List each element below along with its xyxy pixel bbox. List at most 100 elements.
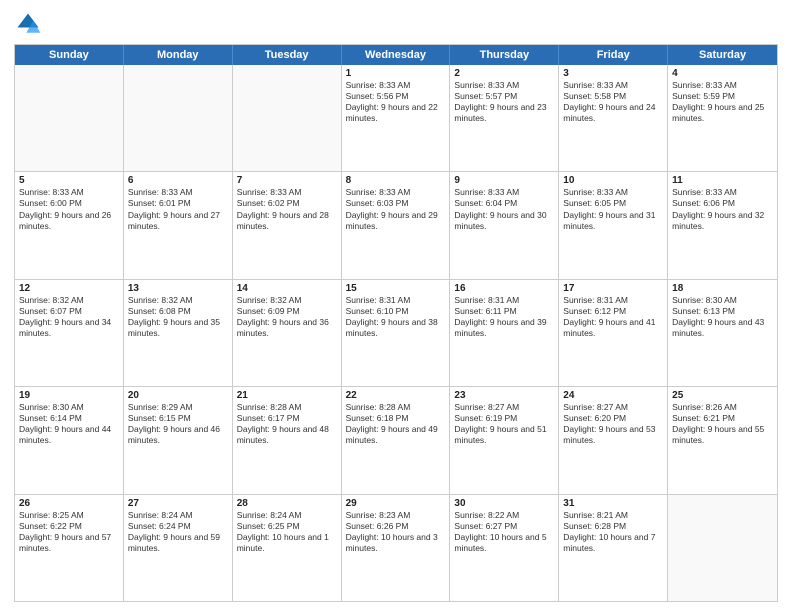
cell-content: Sunrise: 8:21 AM Sunset: 6:28 PM Dayligh… xyxy=(563,510,655,553)
cell-content: Sunrise: 8:30 AM Sunset: 6:14 PM Dayligh… xyxy=(19,402,111,445)
calendar-cell-4: 4Sunrise: 8:33 AM Sunset: 5:59 PM Daylig… xyxy=(668,65,777,171)
day-number: 27 xyxy=(128,498,228,509)
cell-content: Sunrise: 8:33 AM Sunset: 6:06 PM Dayligh… xyxy=(672,187,764,230)
cell-content: Sunrise: 8:33 AM Sunset: 5:56 PM Dayligh… xyxy=(346,80,438,123)
calendar-row-1: 5Sunrise: 8:33 AM Sunset: 6:00 PM Daylig… xyxy=(15,171,777,278)
cell-content: Sunrise: 8:33 AM Sunset: 5:59 PM Dayligh… xyxy=(672,80,764,123)
cell-content: Sunrise: 8:33 AM Sunset: 5:57 PM Dayligh… xyxy=(454,80,546,123)
calendar-cell-15: 15Sunrise: 8:31 AM Sunset: 6:10 PM Dayli… xyxy=(342,280,451,386)
calendar-cell-10: 10Sunrise: 8:33 AM Sunset: 6:05 PM Dayli… xyxy=(559,172,668,278)
cell-content: Sunrise: 8:31 AM Sunset: 6:11 PM Dayligh… xyxy=(454,295,546,338)
day-number: 8 xyxy=(346,175,446,186)
cell-content: Sunrise: 8:31 AM Sunset: 6:12 PM Dayligh… xyxy=(563,295,655,338)
calendar-cell-empty xyxy=(124,65,233,171)
day-number: 7 xyxy=(237,175,337,186)
calendar-body: 1Sunrise: 8:33 AM Sunset: 5:56 PM Daylig… xyxy=(15,65,777,601)
cell-content: Sunrise: 8:28 AM Sunset: 6:18 PM Dayligh… xyxy=(346,402,438,445)
cell-content: Sunrise: 8:33 AM Sunset: 5:58 PM Dayligh… xyxy=(563,80,655,123)
calendar-cell-21: 21Sunrise: 8:28 AM Sunset: 6:17 PM Dayli… xyxy=(233,387,342,493)
cell-content: Sunrise: 8:28 AM Sunset: 6:17 PM Dayligh… xyxy=(237,402,329,445)
day-number: 21 xyxy=(237,390,337,401)
day-number: 6 xyxy=(128,175,228,186)
day-number: 28 xyxy=(237,498,337,509)
day-number: 30 xyxy=(454,498,554,509)
calendar-cell-5: 5Sunrise: 8:33 AM Sunset: 6:00 PM Daylig… xyxy=(15,172,124,278)
cell-content: Sunrise: 8:33 AM Sunset: 6:05 PM Dayligh… xyxy=(563,187,655,230)
day-number: 31 xyxy=(563,498,663,509)
day-number: 10 xyxy=(563,175,663,186)
calendar: SundayMondayTuesdayWednesdayThursdayFrid… xyxy=(14,44,778,602)
header-day-monday: Monday xyxy=(124,45,233,65)
calendar-cell-14: 14Sunrise: 8:32 AM Sunset: 6:09 PM Dayli… xyxy=(233,280,342,386)
cell-content: Sunrise: 8:32 AM Sunset: 6:08 PM Dayligh… xyxy=(128,295,220,338)
cell-content: Sunrise: 8:33 AM Sunset: 6:02 PM Dayligh… xyxy=(237,187,329,230)
day-number: 1 xyxy=(346,68,446,79)
day-number: 12 xyxy=(19,283,119,294)
cell-content: Sunrise: 8:27 AM Sunset: 6:20 PM Dayligh… xyxy=(563,402,655,445)
calendar-cell-18: 18Sunrise: 8:30 AM Sunset: 6:13 PM Dayli… xyxy=(668,280,777,386)
cell-content: Sunrise: 8:22 AM Sunset: 6:27 PM Dayligh… xyxy=(454,510,546,553)
calendar-cell-13: 13Sunrise: 8:32 AM Sunset: 6:08 PM Dayli… xyxy=(124,280,233,386)
calendar-cell-9: 9Sunrise: 8:33 AM Sunset: 6:04 PM Daylig… xyxy=(450,172,559,278)
day-number: 25 xyxy=(672,390,773,401)
calendar-cell-27: 27Sunrise: 8:24 AM Sunset: 6:24 PM Dayli… xyxy=(124,495,233,601)
calendar-cell-2: 2Sunrise: 8:33 AM Sunset: 5:57 PM Daylig… xyxy=(450,65,559,171)
calendar-cell-7: 7Sunrise: 8:33 AM Sunset: 6:02 PM Daylig… xyxy=(233,172,342,278)
cell-content: Sunrise: 8:33 AM Sunset: 6:04 PM Dayligh… xyxy=(454,187,546,230)
calendar-row-2: 12Sunrise: 8:32 AM Sunset: 6:07 PM Dayli… xyxy=(15,279,777,386)
header-day-tuesday: Tuesday xyxy=(233,45,342,65)
day-number: 15 xyxy=(346,283,446,294)
calendar-cell-24: 24Sunrise: 8:27 AM Sunset: 6:20 PM Dayli… xyxy=(559,387,668,493)
day-number: 26 xyxy=(19,498,119,509)
day-number: 18 xyxy=(672,283,773,294)
cell-content: Sunrise: 8:26 AM Sunset: 6:21 PM Dayligh… xyxy=(672,402,764,445)
calendar-cell-1: 1Sunrise: 8:33 AM Sunset: 5:56 PM Daylig… xyxy=(342,65,451,171)
logo xyxy=(14,10,46,38)
day-number: 20 xyxy=(128,390,228,401)
cell-content: Sunrise: 8:25 AM Sunset: 6:22 PM Dayligh… xyxy=(19,510,111,553)
calendar-cell-empty xyxy=(15,65,124,171)
calendar-cell-12: 12Sunrise: 8:32 AM Sunset: 6:07 PM Dayli… xyxy=(15,280,124,386)
calendar-cell-20: 20Sunrise: 8:29 AM Sunset: 6:15 PM Dayli… xyxy=(124,387,233,493)
cell-content: Sunrise: 8:31 AM Sunset: 6:10 PM Dayligh… xyxy=(346,295,438,338)
calendar-cell-17: 17Sunrise: 8:31 AM Sunset: 6:12 PM Dayli… xyxy=(559,280,668,386)
calendar-row-3: 19Sunrise: 8:30 AM Sunset: 6:14 PM Dayli… xyxy=(15,386,777,493)
cell-content: Sunrise: 8:33 AM Sunset: 6:00 PM Dayligh… xyxy=(19,187,111,230)
day-number: 4 xyxy=(672,68,773,79)
day-number: 17 xyxy=(563,283,663,294)
day-number: 23 xyxy=(454,390,554,401)
day-number: 16 xyxy=(454,283,554,294)
day-number: 29 xyxy=(346,498,446,509)
calendar-cell-empty xyxy=(668,495,777,601)
cell-content: Sunrise: 8:30 AM Sunset: 6:13 PM Dayligh… xyxy=(672,295,764,338)
calendar-header: SundayMondayTuesdayWednesdayThursdayFrid… xyxy=(15,45,777,65)
day-number: 24 xyxy=(563,390,663,401)
calendar-cell-11: 11Sunrise: 8:33 AM Sunset: 6:06 PM Dayli… xyxy=(668,172,777,278)
cell-content: Sunrise: 8:27 AM Sunset: 6:19 PM Dayligh… xyxy=(454,402,546,445)
calendar-cell-31: 31Sunrise: 8:21 AM Sunset: 6:28 PM Dayli… xyxy=(559,495,668,601)
day-number: 11 xyxy=(672,175,773,186)
calendar-row-0: 1Sunrise: 8:33 AM Sunset: 5:56 PM Daylig… xyxy=(15,65,777,171)
cell-content: Sunrise: 8:24 AM Sunset: 6:24 PM Dayligh… xyxy=(128,510,220,553)
cell-content: Sunrise: 8:29 AM Sunset: 6:15 PM Dayligh… xyxy=(128,402,220,445)
header-day-friday: Friday xyxy=(559,45,668,65)
day-number: 19 xyxy=(19,390,119,401)
calendar-cell-22: 22Sunrise: 8:28 AM Sunset: 6:18 PM Dayli… xyxy=(342,387,451,493)
header-day-sunday: Sunday xyxy=(15,45,124,65)
calendar-cell-25: 25Sunrise: 8:26 AM Sunset: 6:21 PM Dayli… xyxy=(668,387,777,493)
header-day-thursday: Thursday xyxy=(450,45,559,65)
cell-content: Sunrise: 8:33 AM Sunset: 6:01 PM Dayligh… xyxy=(128,187,220,230)
day-number: 14 xyxy=(237,283,337,294)
logo-icon xyxy=(14,10,42,38)
calendar-cell-16: 16Sunrise: 8:31 AM Sunset: 6:11 PM Dayli… xyxy=(450,280,559,386)
calendar-row-4: 26Sunrise: 8:25 AM Sunset: 6:22 PM Dayli… xyxy=(15,494,777,601)
cell-content: Sunrise: 8:32 AM Sunset: 6:09 PM Dayligh… xyxy=(237,295,329,338)
cell-content: Sunrise: 8:24 AM Sunset: 6:25 PM Dayligh… xyxy=(237,510,329,553)
calendar-cell-23: 23Sunrise: 8:27 AM Sunset: 6:19 PM Dayli… xyxy=(450,387,559,493)
header-day-wednesday: Wednesday xyxy=(342,45,451,65)
calendar-cell-19: 19Sunrise: 8:30 AM Sunset: 6:14 PM Dayli… xyxy=(15,387,124,493)
cell-content: Sunrise: 8:23 AM Sunset: 6:26 PM Dayligh… xyxy=(346,510,438,553)
calendar-cell-26: 26Sunrise: 8:25 AM Sunset: 6:22 PM Dayli… xyxy=(15,495,124,601)
calendar-cell-6: 6Sunrise: 8:33 AM Sunset: 6:01 PM Daylig… xyxy=(124,172,233,278)
header xyxy=(14,10,778,38)
